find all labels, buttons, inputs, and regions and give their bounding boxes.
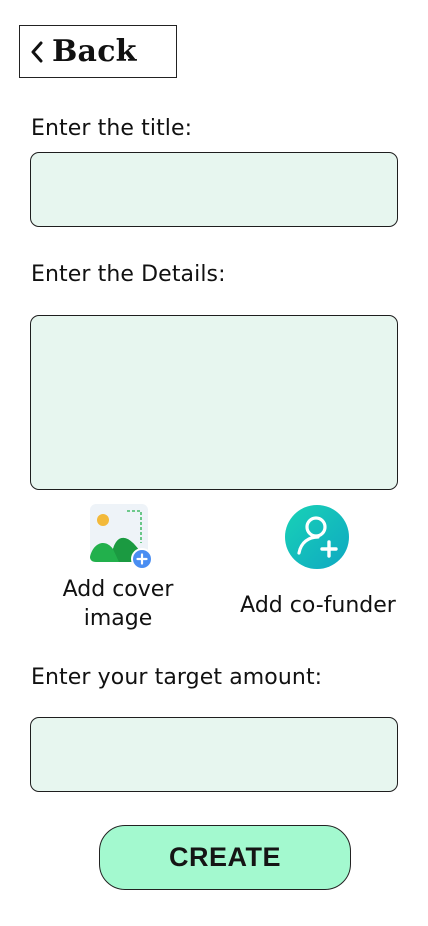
chevron-left-icon [28, 40, 46, 64]
back-button[interactable]: Back [19, 25, 177, 78]
back-label: Back [52, 34, 137, 69]
title-input[interactable] [30, 152, 398, 227]
create-button[interactable]: CREATE [99, 825, 351, 890]
amount-input[interactable] [30, 717, 398, 792]
add-cofunder-label: Add co-funder [240, 593, 396, 618]
details-input[interactable] [30, 315, 398, 490]
add-cover-image-button[interactable]: Add cover image [48, 503, 188, 633]
title-label: Enter the title: [31, 116, 193, 141]
add-cofunder-button[interactable]: Add co-funder [228, 505, 408, 620]
add-user-icon [228, 505, 408, 575]
details-label: Enter the Details: [31, 262, 226, 287]
amount-label: Enter your target amount: [31, 665, 323, 690]
add-cover-label-line2: image [83, 606, 153, 631]
add-cover-label-line1: Add cover [62, 577, 174, 602]
add-image-icon [48, 503, 188, 575]
